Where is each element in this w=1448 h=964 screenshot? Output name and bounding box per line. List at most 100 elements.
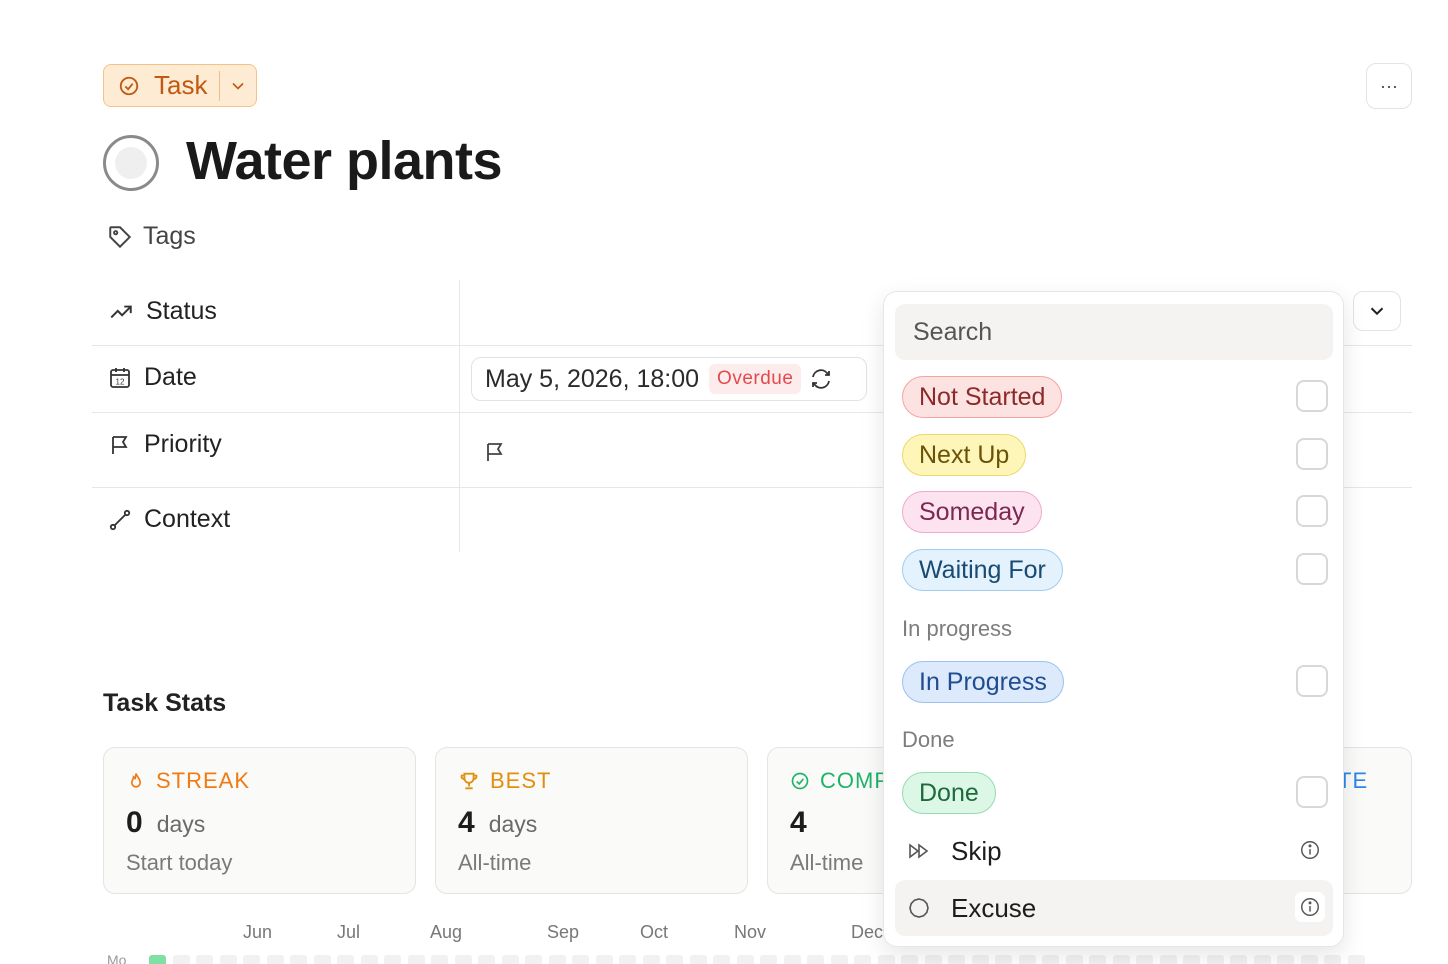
stat-card-best: BEST 4 days All-time	[435, 747, 748, 894]
stat-header: STREAK	[126, 768, 250, 794]
date-value-chip[interactable]: May 5, 2026, 18:00 Overdue	[471, 357, 867, 401]
heatmap-cell	[1112, 955, 1130, 964]
heatmap-cell	[172, 955, 190, 964]
date-property-label: 12 Date	[108, 363, 197, 392]
more-options-button[interactable]: ···	[1366, 63, 1412, 109]
heatmap-cell	[1230, 955, 1247, 964]
tags-property[interactable]: Tags	[107, 222, 196, 251]
calendar-icon: 12	[110, 367, 130, 388]
info-icon[interactable]	[1295, 892, 1325, 922]
completion-circle[interactable]	[103, 135, 159, 191]
heatmap-cell	[807, 955, 824, 964]
heatmap-cell	[877, 955, 895, 964]
stat-value: 4 days	[458, 806, 538, 839]
status-option-waiting-for[interactable]: Waiting For	[902, 549, 1328, 593]
month-label: Nov	[734, 922, 767, 942]
trending-up-icon	[110, 305, 132, 318]
tag-icon	[109, 225, 132, 248]
heatmap-cell	[149, 955, 166, 964]
overdue-badge: Overdue	[709, 364, 802, 394]
stat-value: 0 days	[126, 806, 206, 839]
status-checkbox[interactable]	[1296, 438, 1328, 470]
trophy-icon	[460, 772, 478, 790]
heatmap-cell	[525, 955, 542, 964]
chevron-down-icon	[1370, 307, 1384, 316]
heatmap-cell	[360, 955, 378, 964]
month-label: Jul	[337, 922, 361, 942]
stat-header: BEST	[458, 768, 551, 794]
heatmap-cell	[783, 955, 801, 964]
heatmap-cell	[1042, 955, 1059, 964]
group-label-in-progress: In progress	[902, 616, 1013, 641]
status-option-done[interactable]: Done	[902, 772, 1328, 816]
status-pill: Done	[902, 772, 996, 814]
heatmap-cell	[501, 955, 519, 964]
heatmap-cell	[407, 955, 425, 964]
heatmap-cell	[313, 955, 331, 964]
skip-label: Skip	[951, 835, 1002, 866]
flag-icon	[112, 435, 128, 454]
heatmap-cell	[924, 955, 942, 964]
heatmap-cell	[454, 955, 472, 964]
status-pill: Waiting For	[902, 549, 1063, 591]
heatmap-cell	[619, 955, 636, 964]
link-node-icon	[109, 509, 131, 530]
heatmap-cell	[290, 955, 307, 964]
svg-text:12: 12	[116, 377, 125, 386]
stat-subtitle: All-time	[458, 850, 532, 875]
heatmap-cell	[1206, 955, 1224, 964]
status-checkbox[interactable]	[1296, 776, 1328, 808]
month-label: Jun	[243, 922, 273, 942]
heatmap-cell	[243, 955, 260, 964]
heatmap-cell	[1300, 955, 1318, 964]
heatmap-cell	[219, 955, 237, 964]
status-pill: Someday	[902, 491, 1042, 533]
page-title[interactable]: Water plants	[186, 130, 503, 192]
heatmap-cell	[337, 955, 354, 964]
status-option-in-progress[interactable]: In Progress	[902, 661, 1328, 705]
status-property-label: Status	[108, 297, 217, 326]
status-checkbox[interactable]	[1296, 380, 1328, 412]
search-input[interactable]	[911, 316, 1315, 348]
status-checkbox[interactable]	[1296, 665, 1328, 697]
status-pill: In Progress	[902, 661, 1064, 703]
stat-header: COMP	[790, 768, 890, 794]
chevron-down-icon[interactable]	[228, 76, 248, 96]
status-dropdown-toggle[interactable]	[1353, 291, 1401, 331]
heatmap-cell	[1347, 955, 1365, 964]
heatmap-cell	[595, 955, 613, 964]
status-option-someday[interactable]: Someday	[902, 491, 1328, 535]
status-checkbox[interactable]	[1296, 553, 1328, 585]
heatmap-cell	[1277, 955, 1294, 964]
heatmap-cell	[1183, 955, 1200, 964]
heatmap-cell	[1159, 955, 1177, 964]
heatmap-cell	[548, 955, 566, 964]
skip-action[interactable]: Skip	[895, 823, 1333, 879]
flame-icon	[130, 773, 142, 788]
heatmap-cell	[901, 955, 918, 964]
divider	[219, 70, 221, 101]
heatmap-cell	[736, 955, 754, 964]
info-icon[interactable]	[1295, 835, 1325, 865]
repeat-icon[interactable]	[809, 367, 833, 391]
heatmap-cell	[1018, 955, 1036, 964]
status-option-not-started[interactable]: Not Started	[902, 376, 1328, 420]
ellipsis-icon: ···	[1380, 75, 1398, 96]
heatmap-cell	[971, 955, 989, 964]
status-option-next-up[interactable]: Next Up	[902, 434, 1328, 478]
stat-card-streak: STREAK 0 days Start today	[103, 747, 416, 894]
priority-flag-icon[interactable]	[483, 440, 507, 464]
excuse-action[interactable]: Excuse	[895, 880, 1333, 936]
month-label: Dec	[851, 922, 884, 942]
check-circle-icon	[791, 772, 809, 790]
month-label: Aug	[430, 922, 463, 942]
heatmap-cell	[830, 955, 848, 964]
type-selector[interactable]: Task	[103, 64, 257, 107]
heatmap-cell	[642, 955, 660, 964]
month-label: Sep	[547, 922, 580, 942]
status-checkbox[interactable]	[1296, 495, 1328, 527]
heatmap-cell	[266, 955, 284, 964]
search-box[interactable]	[895, 304, 1333, 360]
heatmap-cell	[1324, 955, 1341, 964]
check-circle-icon	[119, 76, 139, 95]
